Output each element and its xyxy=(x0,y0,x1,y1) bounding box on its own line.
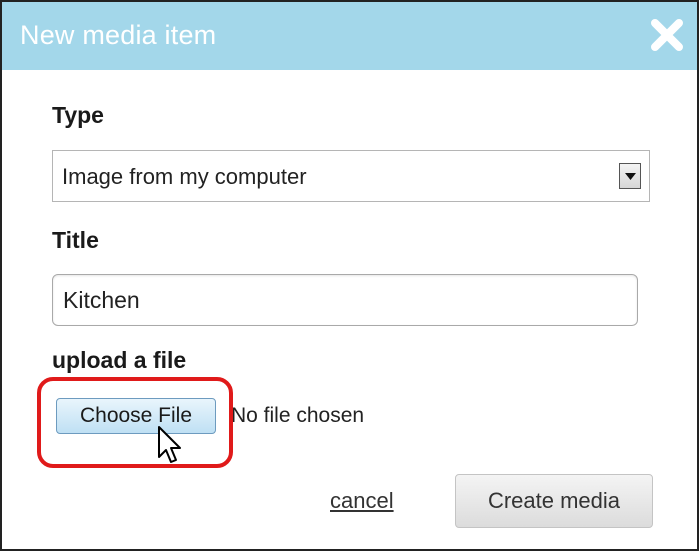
file-status-text: No file chosen xyxy=(231,404,365,427)
dropdown-arrow-button[interactable] xyxy=(619,163,641,189)
chevron-down-icon xyxy=(625,173,636,180)
dialog-title: New media item xyxy=(20,20,217,50)
type-select[interactable]: Image from my computer xyxy=(52,150,650,202)
cancel-link[interactable]: cancel xyxy=(330,488,394,514)
title-label: Title xyxy=(52,227,99,253)
close-icon xyxy=(651,19,683,51)
title-input[interactable] xyxy=(52,274,638,326)
type-label: Type xyxy=(52,102,104,128)
new-media-dialog: New media item Type Image from my comput… xyxy=(0,0,699,551)
create-media-button[interactable]: Create media xyxy=(455,474,653,528)
close-button[interactable] xyxy=(647,15,687,55)
upload-label: upload a file xyxy=(52,347,187,373)
mouse-pointer-icon xyxy=(158,426,181,463)
annotation-highlight xyxy=(37,377,233,468)
dialog-titlebar: New media item xyxy=(2,2,697,70)
type-select-value: Image from my computer xyxy=(62,164,307,189)
